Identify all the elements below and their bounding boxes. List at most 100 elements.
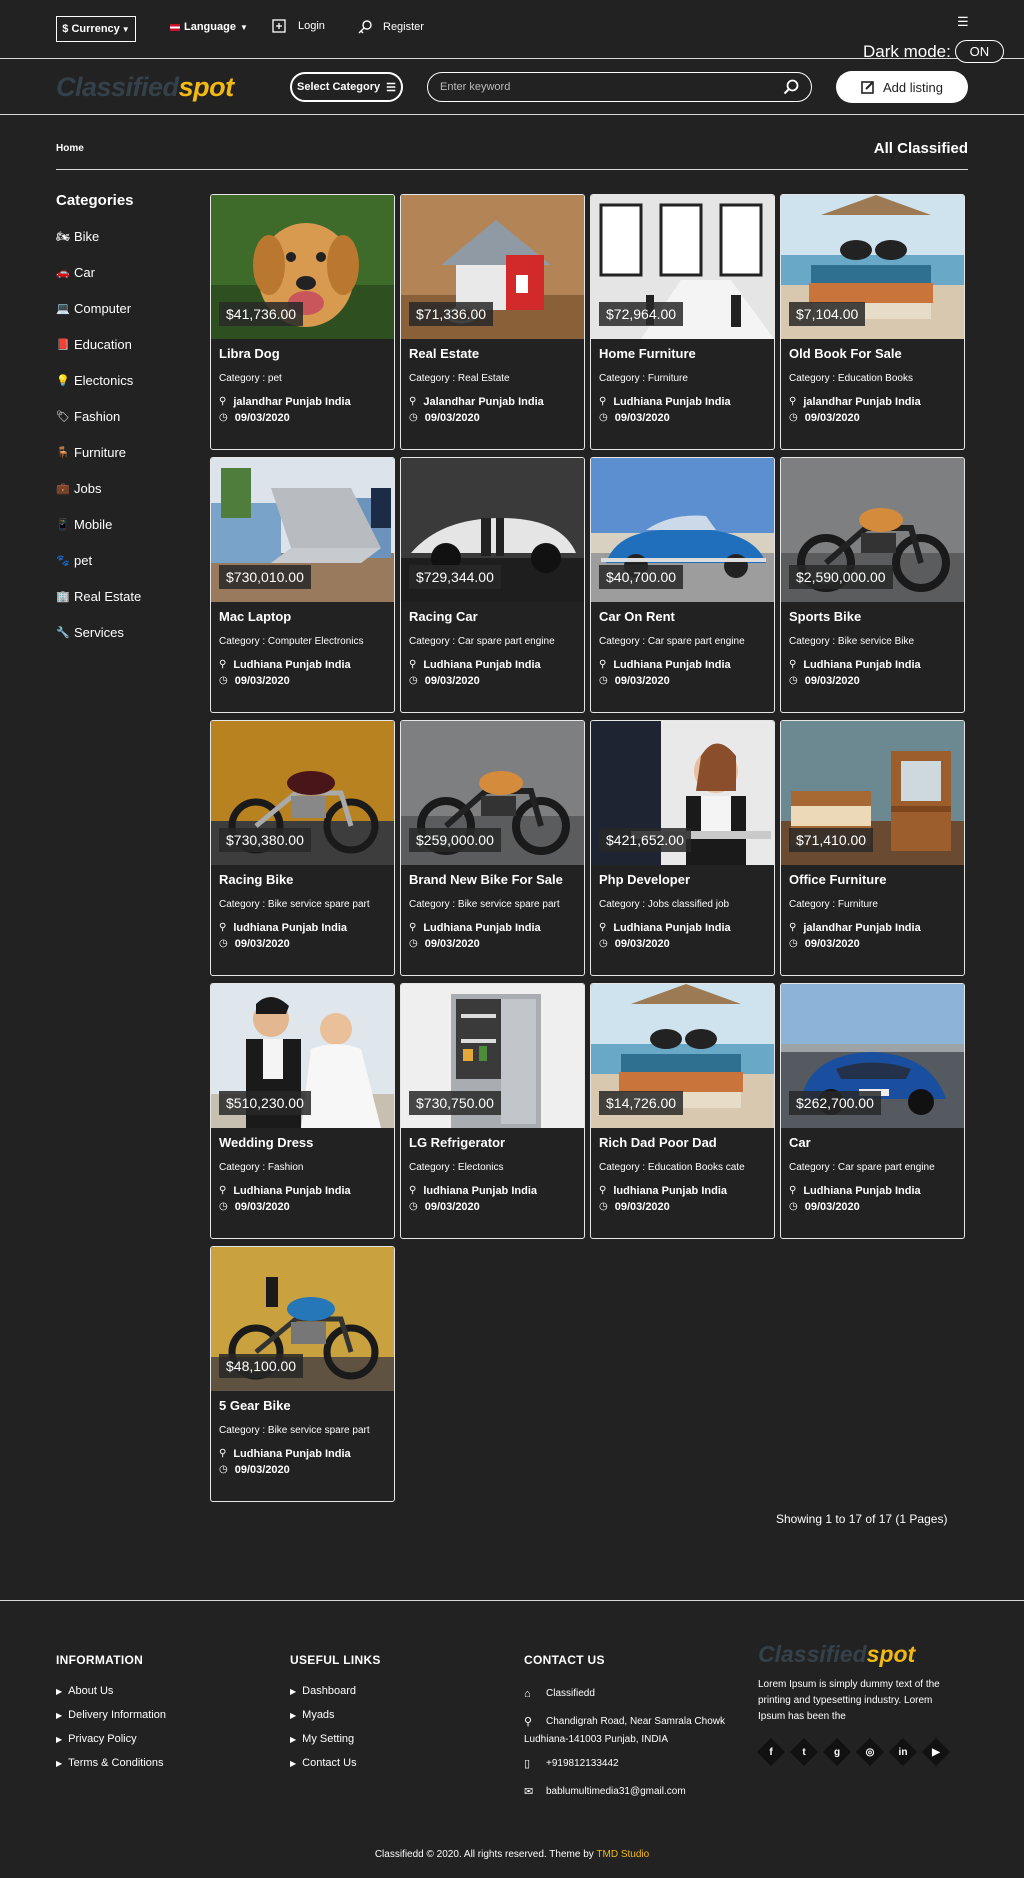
currency-dropdown[interactable]: $ Currency ▼: [56, 16, 136, 42]
listing-title[interactable]: Home Furniture: [599, 346, 696, 361]
youtube-icon[interactable]: ▶: [923, 1739, 949, 1765]
login-link[interactable]: Login: [272, 19, 325, 33]
studio-link[interactable]: TMD Studio: [596, 1849, 649, 1860]
listing-date: ◷ 09/03/2020: [219, 1464, 290, 1476]
listing-card[interactable]: $730,380.00 Racing Bike Category : Bike se…: [210, 720, 395, 976]
listing-title[interactable]: Old Book For Sale: [789, 346, 902, 361]
map-pin-icon: ⚲: [219, 659, 227, 670]
sidebar-item-education[interactable]: 📕 Education: [56, 326, 196, 362]
listing-card[interactable]: $14,726.00 Rich Dad Poor Dad Category : Ed…: [590, 983, 775, 1239]
listing-category: Category : Bike service spare part: [219, 899, 370, 910]
contact-phone-number[interactable]: +919812133442: [546, 1755, 619, 1773]
caret-right-icon: ▶: [56, 1687, 63, 1696]
listing-title[interactable]: LG Refrigerator: [409, 1135, 505, 1150]
footer-link-terms-conditions[interactable]: ▶ Terms & Conditions: [56, 1757, 166, 1781]
listing-title[interactable]: 5 Gear Bike: [219, 1398, 291, 1413]
google-plus-icon[interactable]: g: [824, 1739, 850, 1765]
language-dropdown[interactable]: Language ▼: [170, 21, 248, 33]
sidebar-item-furniture[interactable]: 🪑 Furniture: [56, 434, 196, 470]
footer-link-myads[interactable]: ▶ Myads: [290, 1709, 381, 1733]
sidebar-item-computer[interactable]: 💻 Computer: [56, 290, 196, 326]
breadcrumb-home-link[interactable]: Home: [56, 143, 84, 154]
listing-card[interactable]: $40,700.00 Car On Rent Category : Car spar…: [590, 457, 775, 713]
footer-link-contact-us[interactable]: ▶ Contact Us: [290, 1757, 381, 1781]
listing-location: ⚲ Ludhiana Punjab India: [599, 396, 731, 408]
facebook-icon[interactable]: f: [758, 1739, 784, 1765]
sidebar-item-car[interactable]: 🚗 Car: [56, 254, 196, 290]
listing-title[interactable]: Rich Dad Poor Dad: [599, 1135, 717, 1150]
sidebar-item-fashion[interactable]: 🏷 Fashion: [56, 398, 196, 434]
footer-link-dashboard[interactable]: ▶ Dashboard: [290, 1685, 381, 1709]
sidebar-item-pet[interactable]: 🐾 pet: [56, 542, 196, 578]
caret-right-icon: ▶: [290, 1687, 297, 1696]
add-listing-button[interactable]: Add listing: [836, 71, 968, 103]
listing-title[interactable]: Libra Dog: [219, 346, 280, 361]
chair-icon: 🪑: [56, 446, 70, 459]
footer-link-about-us[interactable]: ▶ About Us: [56, 1685, 166, 1709]
listing-title[interactable]: Brand New Bike For Sale: [409, 872, 563, 887]
site-logo[interactable]: Classifiedspot: [56, 72, 234, 103]
listing-card[interactable]: $510,230.00 Wedding Dress Category : Fashi…: [210, 983, 395, 1239]
register-link[interactable]: Register: [357, 19, 424, 35]
listing-card[interactable]: $730,010.00 Mac Laptop Category : Computer…: [210, 457, 395, 713]
listing-date: ◷ 09/03/2020: [789, 1201, 860, 1213]
hamburger-menu-icon[interactable]: ☰: [957, 14, 969, 30]
sidebar-item-electonics[interactable]: 💡 Electonics: [56, 362, 196, 398]
sidebar-item-mobile[interactable]: 📱 Mobile: [56, 506, 196, 542]
listing-title[interactable]: Sports Bike: [789, 609, 861, 624]
listing-title[interactable]: Mac Laptop: [219, 609, 291, 624]
footer-link-delivery-information[interactable]: ▶ Delivery Information: [56, 1709, 166, 1733]
car-icon: 🚗: [56, 266, 70, 279]
listing-card[interactable]: $71,336.00 Real Estate Category : Real Est…: [400, 194, 585, 450]
footer-contact: CONTACT US ⌂ Classifiedd ⚲ Chandigrah Ro…: [524, 1653, 725, 1811]
footer-link-privacy-policy[interactable]: ▶ Privacy Policy: [56, 1733, 166, 1757]
listing-card[interactable]: $421,652.00 Php Developer Category : Jobs …: [590, 720, 775, 976]
footer: INFORMATION ▶ About Us ▶ Delivery Informati…: [0, 1600, 1024, 1878]
listing-card[interactable]: $259,000.00 Brand New Bike For Sale Catego…: [400, 720, 585, 976]
select-category-button[interactable]: Select Category ☰: [290, 72, 403, 102]
listing-location: ⚲ Ludhiana Punjab India: [219, 1448, 351, 1460]
linkedin-icon[interactable]: in: [890, 1739, 916, 1765]
listing-card[interactable]: $48,100.00 5 Gear Bike Category : Bike ser…: [210, 1246, 395, 1502]
listing-price: $41,736.00: [219, 302, 304, 326]
listing-title[interactable]: Car On Rent: [599, 609, 675, 624]
mobile-phone-icon: ▯: [524, 1758, 531, 1770]
listing-title[interactable]: Real Estate: [409, 346, 479, 361]
map-pin-icon: ⚲: [219, 1448, 227, 1459]
listing-date: ◷ 09/03/2020: [219, 938, 290, 950]
sidebar-item-jobs[interactable]: 💼 Jobs: [56, 470, 196, 506]
listing-title[interactable]: Office Furniture: [789, 872, 887, 887]
listing-card[interactable]: $7,104.00 Old Book For Sale Category : Edu…: [780, 194, 965, 450]
sidebar-item-services[interactable]: 🔧 Services: [56, 614, 196, 650]
listing-price: $2,590,000.00: [789, 565, 893, 589]
instagram-icon[interactable]: ◎: [857, 1739, 883, 1765]
listing-title[interactable]: Car: [789, 1135, 811, 1150]
contact-email-address[interactable]: bablumultimedia31@gmail.com: [546, 1783, 686, 1801]
twitter-icon[interactable]: t: [791, 1739, 817, 1765]
listing-title[interactable]: Php Developer: [599, 872, 690, 887]
sidebar-item-bike[interactable]: 🏍 Bike: [56, 218, 196, 254]
listing-title[interactable]: Wedding Dress: [219, 1135, 313, 1150]
sidebar-item-real-estate[interactable]: 🏢 Real Estate: [56, 578, 196, 614]
listing-card[interactable]: $41,736.00 Libra Dog Category : pet ⚲ jaland…: [210, 194, 395, 450]
building-icon: 🏢: [56, 590, 70, 603]
footer-link-my-setting[interactable]: ▶ My Setting: [290, 1733, 381, 1757]
search-icon[interactable]: [783, 79, 799, 95]
sidebar-item-label: Real Estate: [74, 588, 142, 604]
listing-location: ⚲ Ludhiana Punjab India: [599, 659, 731, 671]
listing-card[interactable]: $2,590,000.00 Sports Bike Category : Bike …: [780, 457, 965, 713]
listing-date-text: 09/03/2020: [614, 675, 670, 687]
listing-card[interactable]: $72,964.00 Home Furniture Category : Furni…: [590, 194, 775, 450]
listing-title[interactable]: Racing Car: [409, 609, 478, 624]
listing-card[interactable]: $71,410.00 Office Furniture Category : Fur…: [780, 720, 965, 976]
map-pin-icon: ⚲: [789, 659, 797, 670]
listing-location: ⚲ Ludhiana Punjab India: [219, 1185, 351, 1197]
listing-card[interactable]: $262,700.00 Car Category : Car spare part …: [780, 983, 965, 1239]
listing-card[interactable]: $730,750.00 LG Refrigerator Category : Ele…: [400, 983, 585, 1239]
sidebar-item-label: Jobs: [74, 480, 102, 496]
listing-title[interactable]: Racing Bike: [219, 872, 293, 887]
listing-card[interactable]: $729,344.00 Racing Car Category : Car spar…: [400, 457, 585, 713]
footer-logo-part1: Classified: [758, 1641, 867, 1667]
search-input[interactable]: [440, 81, 783, 93]
map-pin-icon: ⚲: [599, 922, 607, 933]
